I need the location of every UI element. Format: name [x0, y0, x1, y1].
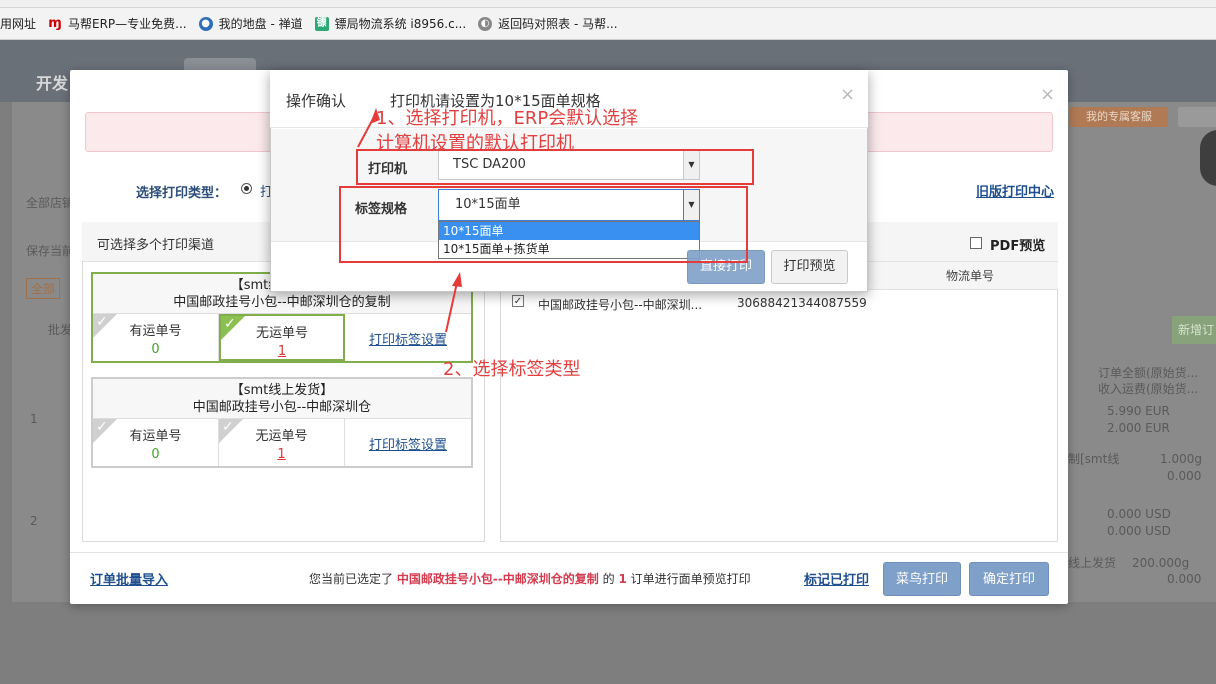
bookmark-item-returncode[interactable]: ◐ 返回码对照表 - 马帮...	[478, 15, 618, 32]
bg-batch-button: 批发	[48, 323, 73, 337]
bg-col-freight: 收入运费(原始货...	[1098, 382, 1199, 396]
pdf-preview-label: PDF预览	[990, 239, 1046, 254]
bg-snippet: 制[smt线	[1068, 452, 1120, 466]
has-tracking-count: 0	[151, 447, 160, 462]
no-tracking-cell[interactable]: ✓ 无运单号 1	[219, 314, 345, 361]
check-icon: ✓	[222, 419, 234, 435]
selected-count: 1	[618, 572, 627, 586]
no-tracking-count[interactable]: 1	[219, 447, 344, 462]
cainiao-print-button[interactable]: 菜鸟打印	[883, 562, 961, 596]
channel-card-title: 【smt线上发货】	[230, 383, 334, 398]
bg-weight: 200.000g	[1132, 556, 1190, 570]
bg-weight: 0.000	[1167, 572, 1202, 586]
annotation-arrows	[357, 108, 462, 333]
close-icon[interactable]: ×	[1040, 84, 1055, 105]
channel-card-header: 【smt线上发货】 中国邮政挂号小包--中邮深圳仓	[93, 379, 471, 419]
biaoju-icon: 镖	[314, 16, 329, 31]
bg-amount: 2.000 EUR	[1107, 421, 1170, 435]
no-tracking-count[interactable]: 1	[221, 344, 343, 359]
bookmark-item-mabang[interactable]: ɱ 马帮ERP—专业免费...	[48, 15, 186, 32]
has-tracking-cell[interactable]: ✓ 有运单号 0	[93, 314, 219, 361]
app-title: 开发	[36, 74, 69, 93]
channel-card[interactable]: 【smt线上发货】 中国邮政挂号小包--中邮深圳仓 ✓ 有运单号 0 ✓ 无运单…	[91, 377, 473, 468]
bookmark-item-sites[interactable]: 用网址	[0, 15, 36, 32]
label-settings-link[interactable]: 打印标签设置	[369, 438, 447, 453]
bookmark-item-zentao[interactable]: ● 我的地盘 - 禅道	[198, 15, 303, 32]
globe-icon: ◐	[478, 16, 493, 31]
selected-channel: 中国邮政挂号小包--中邮深圳仓的复制	[396, 572, 599, 586]
has-tracking-cell[interactable]: ✓ 有运单号 0	[93, 419, 219, 466]
channel-panel-title: 可选择多个打印渠道	[97, 238, 215, 253]
no-tracking-cell[interactable]: ✓ 无运单号 1	[219, 419, 345, 466]
mabang-logo-icon: ɱ	[48, 15, 62, 31]
has-tracking-count: 0	[151, 342, 160, 357]
zentao-icon: ●	[198, 16, 213, 31]
arrow-head	[452, 272, 462, 287]
label-settings-cell: 打印标签设置	[345, 419, 471, 466]
bg-col-total: 订单全额(原始货...	[1098, 366, 1199, 380]
service-avatar-button[interactable]	[1178, 107, 1216, 127]
print-preview-button[interactable]: 打印预览	[771, 250, 848, 284]
close-icon[interactable]: ×	[840, 84, 855, 105]
old-print-center-link[interactable]: 旧版打印中心	[976, 181, 1054, 200]
side-float-button[interactable]	[1200, 130, 1216, 186]
check-icon: ✓	[224, 316, 236, 332]
footer-divider	[70, 552, 1068, 553]
channel-card-subtitle: 中国邮政挂号小包--中邮深圳仓	[192, 400, 372, 415]
bg-row-index-2: 2	[30, 514, 38, 528]
row-channel: 中国邮政挂号小包--中邮深圳...	[538, 298, 703, 312]
bg-amount: 0.000 USD	[1107, 507, 1171, 521]
bg-amount: 0.000 USD	[1107, 524, 1171, 538]
bg-weight: 0.000	[1167, 469, 1202, 483]
bg-amount: 5.990 EUR	[1107, 404, 1170, 418]
confirm-print-button[interactable]: 确定打印	[969, 562, 1049, 596]
bookmarks-bar: 用网址 ɱ 马帮ERP—专业免费... ● 我的地盘 - 禅道 镖镖局物流系统 i8…	[0, 8, 1216, 40]
browser-top-strip	[0, 0, 1216, 8]
print-type-label: 选择打印类型：	[136, 186, 228, 201]
print-type-radio[interactable]	[241, 183, 252, 194]
pdf-preview-checkbox[interactable]	[970, 237, 982, 249]
bg-row-index-1: 1	[30, 412, 38, 426]
row-tracking-number: 30688421344087559	[737, 296, 867, 310]
bg-store-select: 全部店铺	[26, 196, 75, 210]
row-checkbox[interactable]: ✓	[512, 295, 524, 307]
bg-new-button: 新增订	[1172, 316, 1216, 344]
bg-snippet: 线上发货	[1068, 556, 1117, 570]
my-service-button[interactable]: 我的专属客服	[1070, 107, 1168, 127]
bookmark-item-biaoju[interactable]: 镖镖局物流系统 i8956.c...	[314, 15, 466, 32]
mark-printed-link[interactable]: 标记已打印	[804, 569, 869, 588]
batch-import-link[interactable]: 订单批量导入	[90, 569, 168, 588]
selection-summary: 您当前已选定了 中国邮政挂号小包--中邮深圳仓的复制 的 1 订单进行面单预览打…	[309, 572, 751, 586]
bg-weight: 1.000g	[1160, 452, 1202, 466]
arrow-head	[370, 108, 380, 124]
confirm-dialog-title: 操作确认	[286, 92, 347, 110]
bg-all-tag: 全部	[26, 278, 61, 299]
bg-save-current: 保存当前	[26, 244, 75, 258]
check-icon: ✓	[96, 419, 108, 435]
col-tracking-number: 物流单号	[946, 269, 995, 283]
check-icon: ✓	[96, 314, 108, 330]
